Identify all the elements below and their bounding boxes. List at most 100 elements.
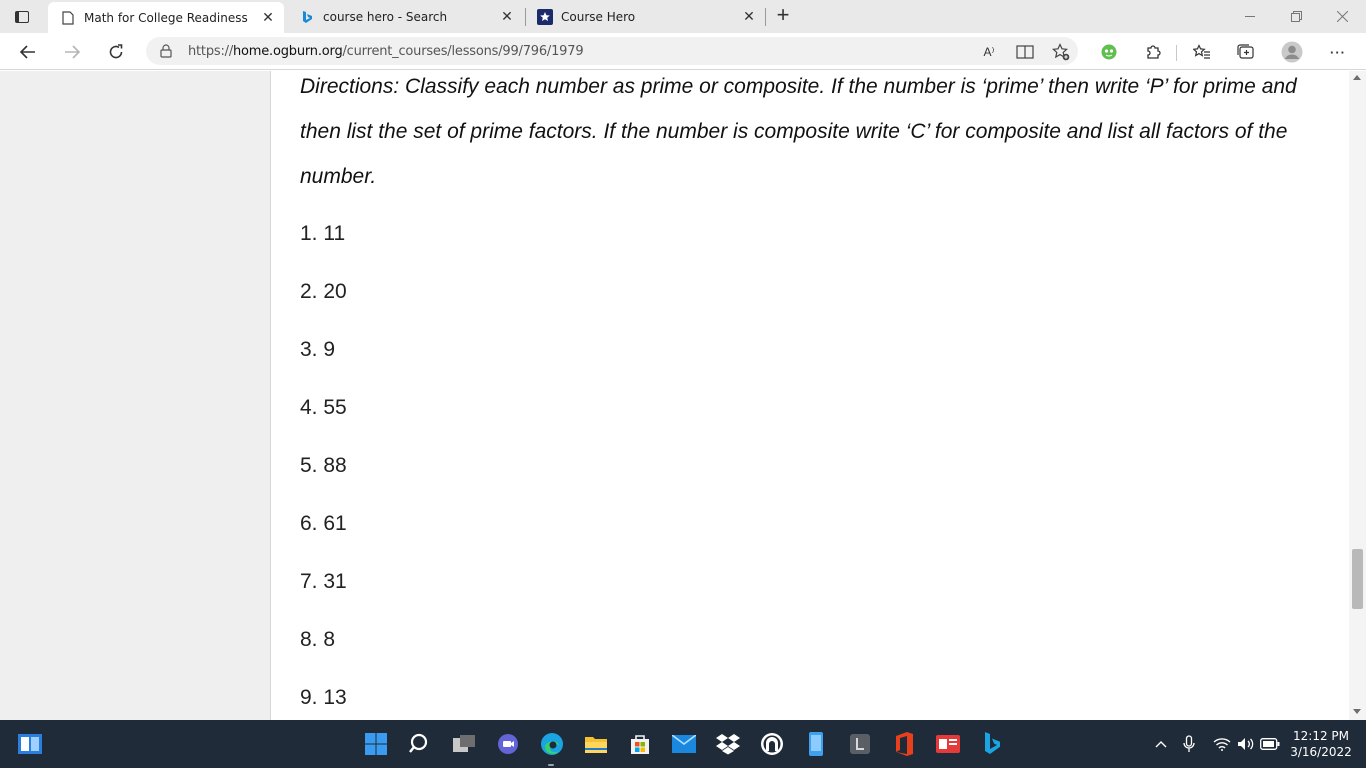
task-view-icon — [453, 735, 475, 752]
vertical-scrollbar[interactable] — [1349, 71, 1366, 720]
question-item: 3. 9 — [300, 338, 336, 361]
l-app-icon — [850, 734, 870, 754]
tab-close-button[interactable]: ✕ — [497, 7, 517, 27]
question-item: 1. 11 — [300, 222, 346, 245]
tab-close-button[interactable]: ✕ — [258, 8, 278, 28]
search-button[interactable] — [407, 731, 433, 757]
collections-button[interactable] — [1233, 39, 1259, 65]
scroll-up-arrow-icon[interactable] — [1353, 75, 1361, 80]
arch-app-icon — [761, 733, 783, 755]
tab-course-hero[interactable]: Course Hero ✕ — [525, 0, 765, 33]
avatar-icon — [1281, 41, 1303, 63]
edge-running-indicator — [548, 764, 554, 766]
bing-icon — [299, 9, 315, 25]
more-icon: ··· — [1330, 44, 1346, 60]
dropbox-icon — [716, 734, 740, 755]
tab-course-hero-search[interactable]: course hero - Search ✕ — [287, 0, 523, 33]
immersive-reader-button[interactable] — [1012, 39, 1038, 65]
immersive-reader-icon — [1016, 45, 1034, 59]
scrollbar-thumb[interactable] — [1352, 549, 1363, 609]
close-window-button[interactable] — [1319, 0, 1365, 33]
volume-icon — [1238, 738, 1254, 750]
course-hero-star-icon — [537, 8, 553, 25]
phone-icon — [809, 732, 823, 756]
mail-icon — [672, 735, 696, 753]
profile-button[interactable] — [1279, 39, 1305, 65]
store-icon — [631, 735, 649, 754]
bing-icon — [985, 732, 1000, 754]
edge-icon — [541, 733, 563, 755]
tab-close-button[interactable]: ✕ — [739, 7, 759, 27]
tab-actions-button[interactable] — [10, 6, 34, 28]
read-aloud-button[interactable]: A⁾ — [976, 39, 1002, 65]
settings-more-button[interactable]: ··· — [1325, 39, 1351, 65]
question-item: 5. 88 — [300, 454, 347, 477]
teams-chat-button[interactable] — [495, 731, 521, 757]
news-button[interactable] — [935, 731, 961, 757]
wifi-button[interactable] — [1212, 734, 1232, 754]
battery-button[interactable] — [1259, 734, 1281, 754]
widgets-icon — [18, 734, 42, 754]
back-arrow-icon — [20, 45, 35, 59]
forward-arrow-icon — [65, 45, 80, 59]
news-icon — [936, 735, 960, 753]
phone-button[interactable] — [803, 731, 829, 757]
microphone-button[interactable] — [1180, 734, 1198, 754]
system-clock[interactable]: 12:12 PM 3/16/2022 — [1282, 728, 1360, 760]
lesson-content: Directions: Classify each number as prim… — [272, 71, 1348, 720]
widgets-button[interactable] — [17, 731, 43, 757]
question-item: 8. 8 — [300, 628, 336, 651]
search-icon — [409, 733, 428, 753]
puzzle-icon — [1147, 45, 1161, 59]
address-bar[interactable]: https://home.ogburn.org/current_courses/… — [146, 37, 1078, 65]
minimize-button[interactable] — [1227, 0, 1273, 33]
l-app-button[interactable] — [847, 731, 873, 757]
extensions-button[interactable] — [1140, 39, 1166, 65]
tab-separator — [765, 8, 766, 26]
teams-chat-icon — [498, 734, 518, 754]
dropbox-button[interactable] — [715, 731, 741, 757]
question-item: 4. 55 — [300, 396, 347, 419]
mail-button[interactable] — [671, 731, 697, 757]
edge-button[interactable] — [539, 731, 565, 757]
clock-date: 3/16/2022 — [1290, 745, 1352, 759]
question-item: 2. 20 — [300, 280, 347, 303]
tab-title: course hero - Search — [323, 9, 448, 24]
star-add-icon — [1052, 43, 1070, 61]
refresh-button[interactable] — [102, 38, 130, 66]
chevron-up-icon — [1155, 741, 1167, 748]
favorites-button[interactable] — [1189, 39, 1215, 65]
windows-logo-icon — [365, 733, 387, 755]
restore-button[interactable] — [1273, 0, 1319, 33]
folder-icon — [585, 737, 607, 753]
bing-button[interactable] — [979, 731, 1005, 757]
task-view-button[interactable] — [451, 731, 477, 757]
volume-button[interactable] — [1236, 734, 1256, 754]
tab-math-for-college-readiness[interactable]: Math for College Readiness ✕ — [48, 2, 284, 33]
tab-strip: Math for College Readiness ✕ course hero… — [0, 0, 1366, 33]
office-button[interactable] — [891, 731, 917, 757]
clock-time: 12:12 PM — [1293, 729, 1349, 743]
wifi-icon — [1213, 738, 1231, 751]
page-left-margin — [0, 71, 271, 720]
directions-text: Directions: Classify each number as prim… — [300, 75, 1297, 188]
show-hidden-icons-button[interactable] — [1152, 734, 1170, 754]
lock-icon — [160, 44, 172, 58]
battery-icon — [1260, 738, 1280, 750]
start-button[interactable] — [363, 731, 389, 757]
file-explorer-button[interactable] — [583, 731, 609, 757]
store-button[interactable] — [627, 731, 653, 757]
scroll-down-arrow-icon[interactable] — [1353, 709, 1361, 714]
tab-actions-icon — [15, 11, 29, 23]
back-button[interactable] — [14, 38, 42, 66]
page-icon — [60, 10, 76, 26]
toolbar-divider — [1176, 45, 1177, 61]
new-tab-button[interactable]: + — [771, 4, 795, 27]
add-favorite-button[interactable] — [1048, 39, 1074, 65]
app-button[interactable] — [759, 731, 785, 757]
office-icon — [896, 732, 913, 756]
question-item: 7. 31 — [300, 570, 347, 593]
extension-button[interactable] — [1096, 39, 1122, 65]
forward-button[interactable] — [58, 38, 86, 66]
collections-icon — [1237, 44, 1254, 59]
